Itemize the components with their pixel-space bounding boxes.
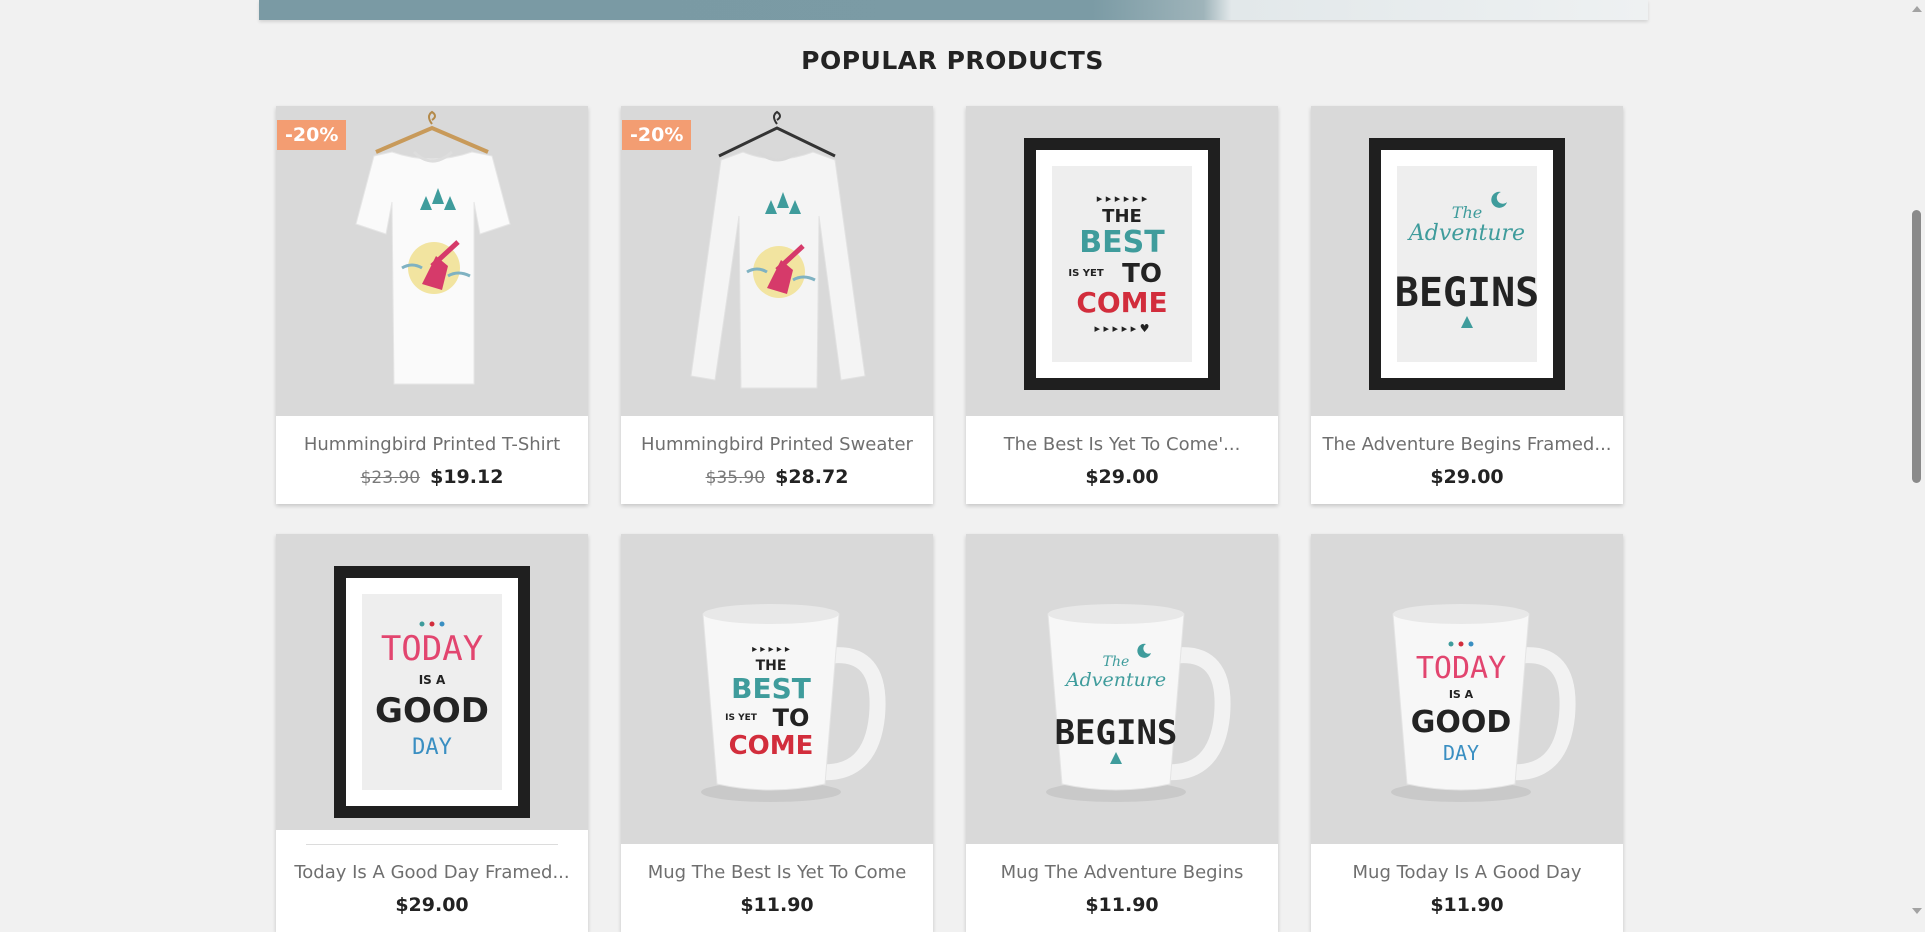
- product-name[interactable]: Mug The Adventure Begins: [966, 844, 1278, 883]
- svg-text:The: The: [1103, 654, 1130, 670]
- product-card[interactable]: TODAY IS A GOOD DAY Mug Today Is A Good …: [1311, 534, 1623, 932]
- product-info: Mug Today Is A Good Day $11.90: [1311, 844, 1623, 932]
- product-thumbnail[interactable]: The Adventure BEGINS: [966, 534, 1278, 844]
- tshirt-image: [355, 110, 511, 385]
- product-price: $29.00: [1085, 466, 1159, 488]
- product-card[interactable]: The Adventure BEGINS Mug The Adventure B…: [966, 534, 1278, 932]
- mug-today-image: TODAY IS A GOOD DAY: [1391, 604, 1576, 802]
- product-card[interactable]: The Adventure BEGINS The Adventure Begin…: [1311, 106, 1623, 504]
- svg-text:IS A: IS A: [1449, 688, 1474, 701]
- svg-text:The: The: [1452, 203, 1482, 222]
- mug-adventure-image: The Adventure BEGINS: [1046, 604, 1231, 802]
- product-info: The Adventure Begins Framed... $29.00: [1311, 416, 1623, 504]
- svg-text:▸ ▸ ▸ ▸ ▸: ▸ ▸ ▸ ▸ ▸: [752, 644, 790, 655]
- svg-text:TODAY: TODAY: [1416, 651, 1506, 686]
- scroll-down-arrow-icon[interactable]: [1912, 908, 1922, 914]
- product-info: Mug The Adventure Begins $11.90: [966, 844, 1278, 932]
- product-price: $11.90: [1085, 894, 1159, 916]
- product-card[interactable]: ▸ ▸ ▸ ▸ ▸ ▸ THE BEST IS YET TO COME ▸ ▸ …: [966, 106, 1278, 504]
- discount-badge: -20%: [277, 120, 347, 150]
- svg-text:COME: COME: [1076, 286, 1167, 319]
- product-name[interactable]: Hummingbird Printed Sweater: [621, 416, 933, 455]
- svg-text:TO: TO: [773, 704, 810, 732]
- divider: [306, 844, 558, 845]
- product-card[interactable]: -20% Hummingbird Printed Sweater $35.90 …: [621, 106, 933, 504]
- product-name[interactable]: The Best Is Yet To Come'...: [966, 416, 1278, 455]
- product-thumbnail[interactable]: ▸ ▸ ▸ ▸ ▸ ▸ THE BEST IS YET TO COME ▸ ▸ …: [966, 106, 1278, 416]
- svg-text:DAY: DAY: [1443, 741, 1479, 765]
- price-block: $35.90 $28.72: [621, 466, 933, 488]
- product-price: $11.90: [740, 894, 814, 916]
- product-thumbnail[interactable]: -20%: [621, 106, 933, 416]
- scroll-up-arrow-icon[interactable]: [1912, 6, 1922, 12]
- regular-price: $23.90: [360, 468, 421, 488]
- svg-text:GOOD: GOOD: [1411, 705, 1512, 740]
- product-info: Hummingbird Printed T-Shirt $23.90 $19.1…: [276, 416, 588, 504]
- svg-text:DAY: DAY: [412, 735, 452, 760]
- svg-text:Adventure: Adventure: [1064, 669, 1166, 691]
- product-price: $28.72: [775, 466, 849, 488]
- price-block: $29.00: [1311, 466, 1623, 488]
- poster-adventure-image: The Adventure BEGINS: [1369, 138, 1565, 390]
- svg-text:COME: COME: [729, 731, 814, 761]
- product-thumbnail[interactable]: The Adventure BEGINS: [1311, 106, 1623, 416]
- mug-best-image: ▸ ▸ ▸ ▸ ▸ THE BEST IS YET TO COME: [701, 604, 886, 802]
- discount-badge: -20%: [622, 120, 692, 150]
- poster-today-image: TODAY IS A GOOD DAY: [334, 566, 530, 818]
- product-thumbnail[interactable]: -20%: [276, 106, 588, 416]
- price-block: $11.90: [1311, 894, 1623, 916]
- product-price: $29.00: [1430, 466, 1504, 488]
- product-price: $29.00: [395, 894, 469, 916]
- product-card[interactable]: ▸ ▸ ▸ ▸ ▸ THE BEST IS YET TO COME Mug Th…: [621, 534, 933, 932]
- product-price: $19.12: [430, 466, 504, 488]
- product-name[interactable]: The Adventure Begins Framed...: [1311, 416, 1623, 455]
- price-block: $11.90: [966, 894, 1278, 916]
- svg-text:IS A: IS A: [419, 673, 446, 687]
- product-name[interactable]: Hummingbird Printed T-Shirt: [276, 416, 588, 455]
- product-info: Today Is A Good Day Framed... $29.00: [276, 830, 588, 932]
- svg-text:TO: TO: [1122, 259, 1162, 289]
- price-block: $29.00: [276, 894, 588, 916]
- svg-text:TODAY: TODAY: [381, 629, 483, 669]
- product-info: The Best Is Yet To Come'... $29.00: [966, 416, 1278, 504]
- regular-price: $35.90: [705, 468, 766, 488]
- svg-text:▸ ▸ ▸ ▸ ▸ ♥: ▸ ▸ ▸ ▸ ▸ ♥: [1095, 322, 1150, 335]
- product-info: Hummingbird Printed Sweater $35.90 $28.7…: [621, 416, 933, 504]
- product-thumbnail[interactable]: TODAY IS A GOOD DAY: [276, 534, 588, 830]
- product-name[interactable]: Mug The Best Is Yet To Come: [621, 844, 933, 883]
- product-info: Mug The Best Is Yet To Come $11.90: [621, 844, 933, 932]
- svg-text:BEST: BEST: [731, 672, 811, 705]
- svg-text:Adventure: Adventure: [1407, 221, 1525, 246]
- product-card[interactable]: -20% Hummingbird Printed T-Shirt $23.90 …: [276, 106, 588, 504]
- sweater-image: [690, 110, 866, 389]
- svg-text:▸ ▸ ▸ ▸ ▸ ▸: ▸ ▸ ▸ ▸ ▸ ▸: [1097, 192, 1148, 205]
- svg-text:BEGINS: BEGINS: [1395, 270, 1540, 316]
- section-title: POPULAR PRODUCTS: [801, 46, 1104, 75]
- scrollbar-thumb[interactable]: [1912, 210, 1921, 483]
- hero-banner-edge[interactable]: [259, 0, 1648, 20]
- svg-text:THE: THE: [1102, 206, 1142, 227]
- product-thumbnail[interactable]: ▸ ▸ ▸ ▸ ▸ THE BEST IS YET TO COME: [621, 534, 933, 844]
- product-card[interactable]: TODAY IS A GOOD DAY Today Is A Good Day …: [276, 534, 588, 932]
- vertical-scrollbar[interactable]: [1908, 0, 1925, 920]
- svg-text:GOOD: GOOD: [375, 691, 489, 731]
- price-block: $11.90: [621, 894, 933, 916]
- poster-best-image: ▸ ▸ ▸ ▸ ▸ ▸ THE BEST IS YET TO COME ▸ ▸ …: [1024, 138, 1220, 390]
- svg-text:IS YET: IS YET: [1068, 268, 1103, 279]
- product-thumbnail[interactable]: TODAY IS A GOOD DAY: [1311, 534, 1623, 844]
- svg-text:IS YET: IS YET: [725, 713, 758, 723]
- price-block: $29.00: [966, 466, 1278, 488]
- svg-text:BEGINS: BEGINS: [1055, 713, 1178, 753]
- svg-text:BEST: BEST: [1079, 225, 1165, 260]
- product-price: $11.90: [1430, 894, 1504, 916]
- product-name[interactable]: Today Is A Good Day Framed...: [276, 830, 588, 883]
- price-block: $23.90 $19.12: [276, 466, 588, 488]
- product-name[interactable]: Mug Today Is A Good Day: [1311, 844, 1623, 883]
